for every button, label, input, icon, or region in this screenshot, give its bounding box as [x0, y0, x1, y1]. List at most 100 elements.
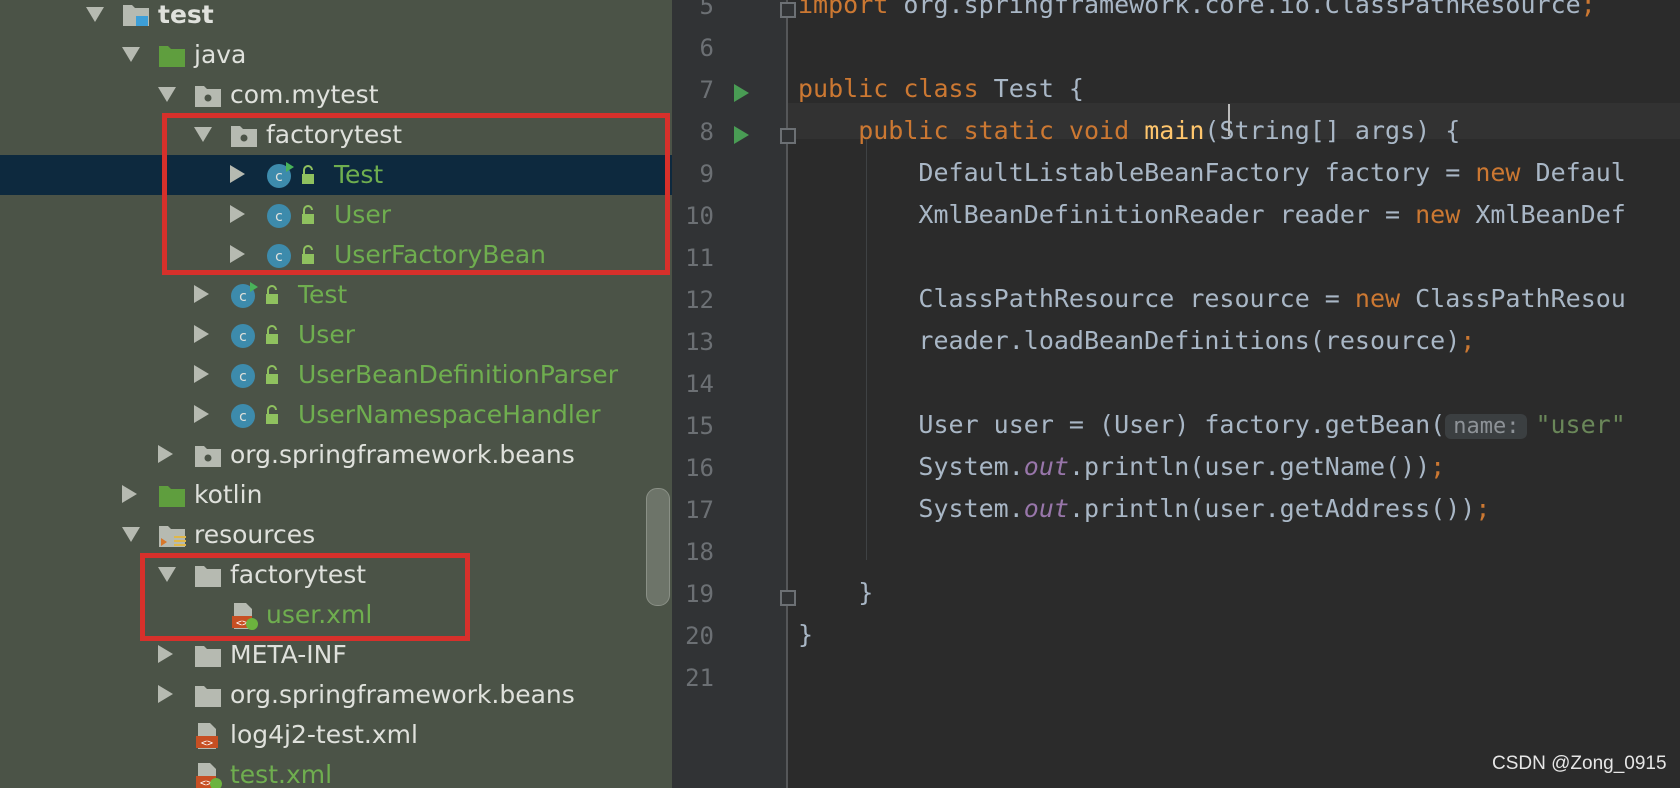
tree-node[interactable]: test: [0, 0, 672, 35]
code-line: public static void main(String[] args) {: [798, 116, 1460, 145]
module-icon: [122, 2, 150, 28]
code-token: import: [798, 0, 904, 19]
line-number: 11: [685, 244, 714, 272]
tree-node[interactable]: org.springframework.beans: [0, 435, 672, 475]
line-number: 16: [685, 454, 714, 482]
code-token: ClassPathResou: [1415, 284, 1626, 313]
code-line: User user = (User) factory.getBean(name:…: [798, 410, 1626, 439]
code-token: }: [798, 620, 814, 649]
tree-node-label: kotlin: [194, 480, 263, 509]
chevron-right-icon[interactable]: [194, 365, 209, 383]
run-gutter-icon[interactable]: [734, 126, 749, 144]
code-line: import org.springframework.core.io.Class…: [798, 0, 1596, 19]
tree-node[interactable]: resources: [0, 515, 672, 555]
fold-marker-icon[interactable]: [780, 590, 796, 606]
line-number: 15: [685, 412, 714, 440]
tree-node[interactable]: c User: [0, 315, 672, 355]
package-icon: [194, 82, 222, 108]
code-token: Test {: [993, 74, 1084, 103]
chevron-right-icon[interactable]: [194, 325, 209, 343]
line-number: 21: [685, 664, 714, 692]
parameter-hint: name:: [1445, 414, 1528, 439]
line-number: 6: [699, 34, 714, 62]
code-token: public class: [798, 74, 994, 103]
tree-node-label: java: [194, 40, 247, 69]
fold-gutter-line: [786, 0, 788, 788]
chevron-right-icon[interactable]: [194, 285, 209, 303]
chevron-down-icon[interactable]: [86, 7, 104, 22]
package-icon: [194, 442, 222, 468]
fold-marker-icon[interactable]: [780, 128, 796, 144]
code-token: Defaul: [1535, 158, 1626, 187]
code-line: System.out.println(user.getName());: [798, 452, 1445, 481]
watermark: CSDN @Zong_0915: [1492, 753, 1667, 774]
code-line: ClassPathResource resource = new ClassPa…: [798, 284, 1626, 313]
chevron-down-icon[interactable]: [122, 527, 140, 542]
tree-node[interactable]: com.mytest: [0, 75, 672, 115]
code-token: main: [1144, 116, 1205, 145]
line-number: 5: [699, 0, 714, 20]
fold-marker-icon[interactable]: [780, 2, 796, 18]
class-icon: c: [230, 322, 278, 348]
run-gutter-icon[interactable]: [734, 84, 749, 102]
code-token: System.: [798, 494, 1024, 523]
code-token: DefaultListableBeanFactory factory =: [798, 158, 1476, 187]
tree-node-label: org.springframework.beans: [230, 680, 575, 709]
folder-icon: [194, 642, 222, 668]
tree-node[interactable]: java: [0, 35, 672, 75]
tree-node[interactable]: <> log4j2-test.xml: [0, 715, 672, 755]
source-folder-icon: [158, 482, 186, 508]
code-token: XmlBeanDefinitionReader reader =: [798, 200, 1416, 229]
code-editor[interactable]: 5 import org.springframework.core.io.Clas…: [672, 0, 1680, 788]
code-token: out: [1023, 452, 1069, 481]
tree-node-label: test: [158, 0, 214, 29]
chevron-right-icon[interactable]: [158, 445, 173, 463]
line-number: 9: [699, 160, 714, 188]
code-token: ;: [1430, 452, 1446, 481]
tree-node[interactable]: META-INF: [0, 635, 672, 675]
chevron-right-icon[interactable]: [158, 685, 173, 703]
highlight-box-java-factorytest: [162, 113, 670, 275]
class-icon: c: [230, 402, 278, 428]
code-token: XmlBeanDef: [1475, 200, 1626, 229]
chevron-down-icon[interactable]: [158, 87, 176, 102]
resources-folder-icon: [158, 522, 186, 548]
code-token: ;: [1580, 0, 1596, 19]
code-token: ClassPathResource resource =: [798, 284, 1355, 313]
tree-node-label: UserNamespaceHandler: [298, 400, 601, 429]
code-token: new: [1415, 200, 1476, 229]
project-tree-panel: test java com.mytest factorytest c Test c User c…: [0, 0, 672, 788]
code-token: new: [1354, 284, 1416, 313]
tree-node[interactable]: c UserNamespaceHandler: [0, 395, 672, 435]
line-number: 20: [685, 622, 714, 650]
line-number: 17: [685, 496, 714, 524]
tree-node[interactable]: <> test.xml: [0, 755, 672, 788]
chevron-right-icon[interactable]: [122, 485, 137, 503]
folder-icon: [194, 682, 222, 708]
line-number: 18: [685, 538, 714, 566]
line-number: 8: [699, 118, 714, 146]
svg-text:c: c: [239, 329, 247, 345]
tree-node-label: User: [298, 320, 355, 349]
code-line: }: [798, 578, 873, 607]
runnable-class-icon: c: [230, 282, 278, 308]
tree-node[interactable]: org.springframework.beans: [0, 675, 672, 715]
code-token: new: [1475, 158, 1536, 187]
svg-text:c: c: [239, 409, 247, 425]
tree-node-label: test.xml: [230, 760, 333, 788]
code-token: }: [798, 578, 874, 607]
code-token: ;: [1475, 494, 1491, 523]
code-token: ;: [1460, 326, 1476, 355]
tree-node[interactable]: c UserBeanDefinitionParser: [0, 355, 672, 395]
tree-scrollbar-thumb[interactable]: [646, 488, 670, 606]
code-token: org.springframework.core.io.ClassPathRes…: [903, 0, 1581, 19]
chevron-right-icon[interactable]: [158, 645, 173, 663]
chevron-right-icon[interactable]: [194, 405, 209, 423]
tree-node-label: resources: [194, 520, 316, 549]
tree-node[interactable]: c Test: [0, 275, 672, 315]
tree-node[interactable]: kotlin: [0, 475, 672, 515]
tree-node-label: com.mytest: [230, 80, 379, 109]
svg-text:c: c: [239, 289, 247, 305]
code-line: DefaultListableBeanFactory factory = new…: [798, 158, 1626, 187]
chevron-down-icon[interactable]: [122, 47, 140, 62]
